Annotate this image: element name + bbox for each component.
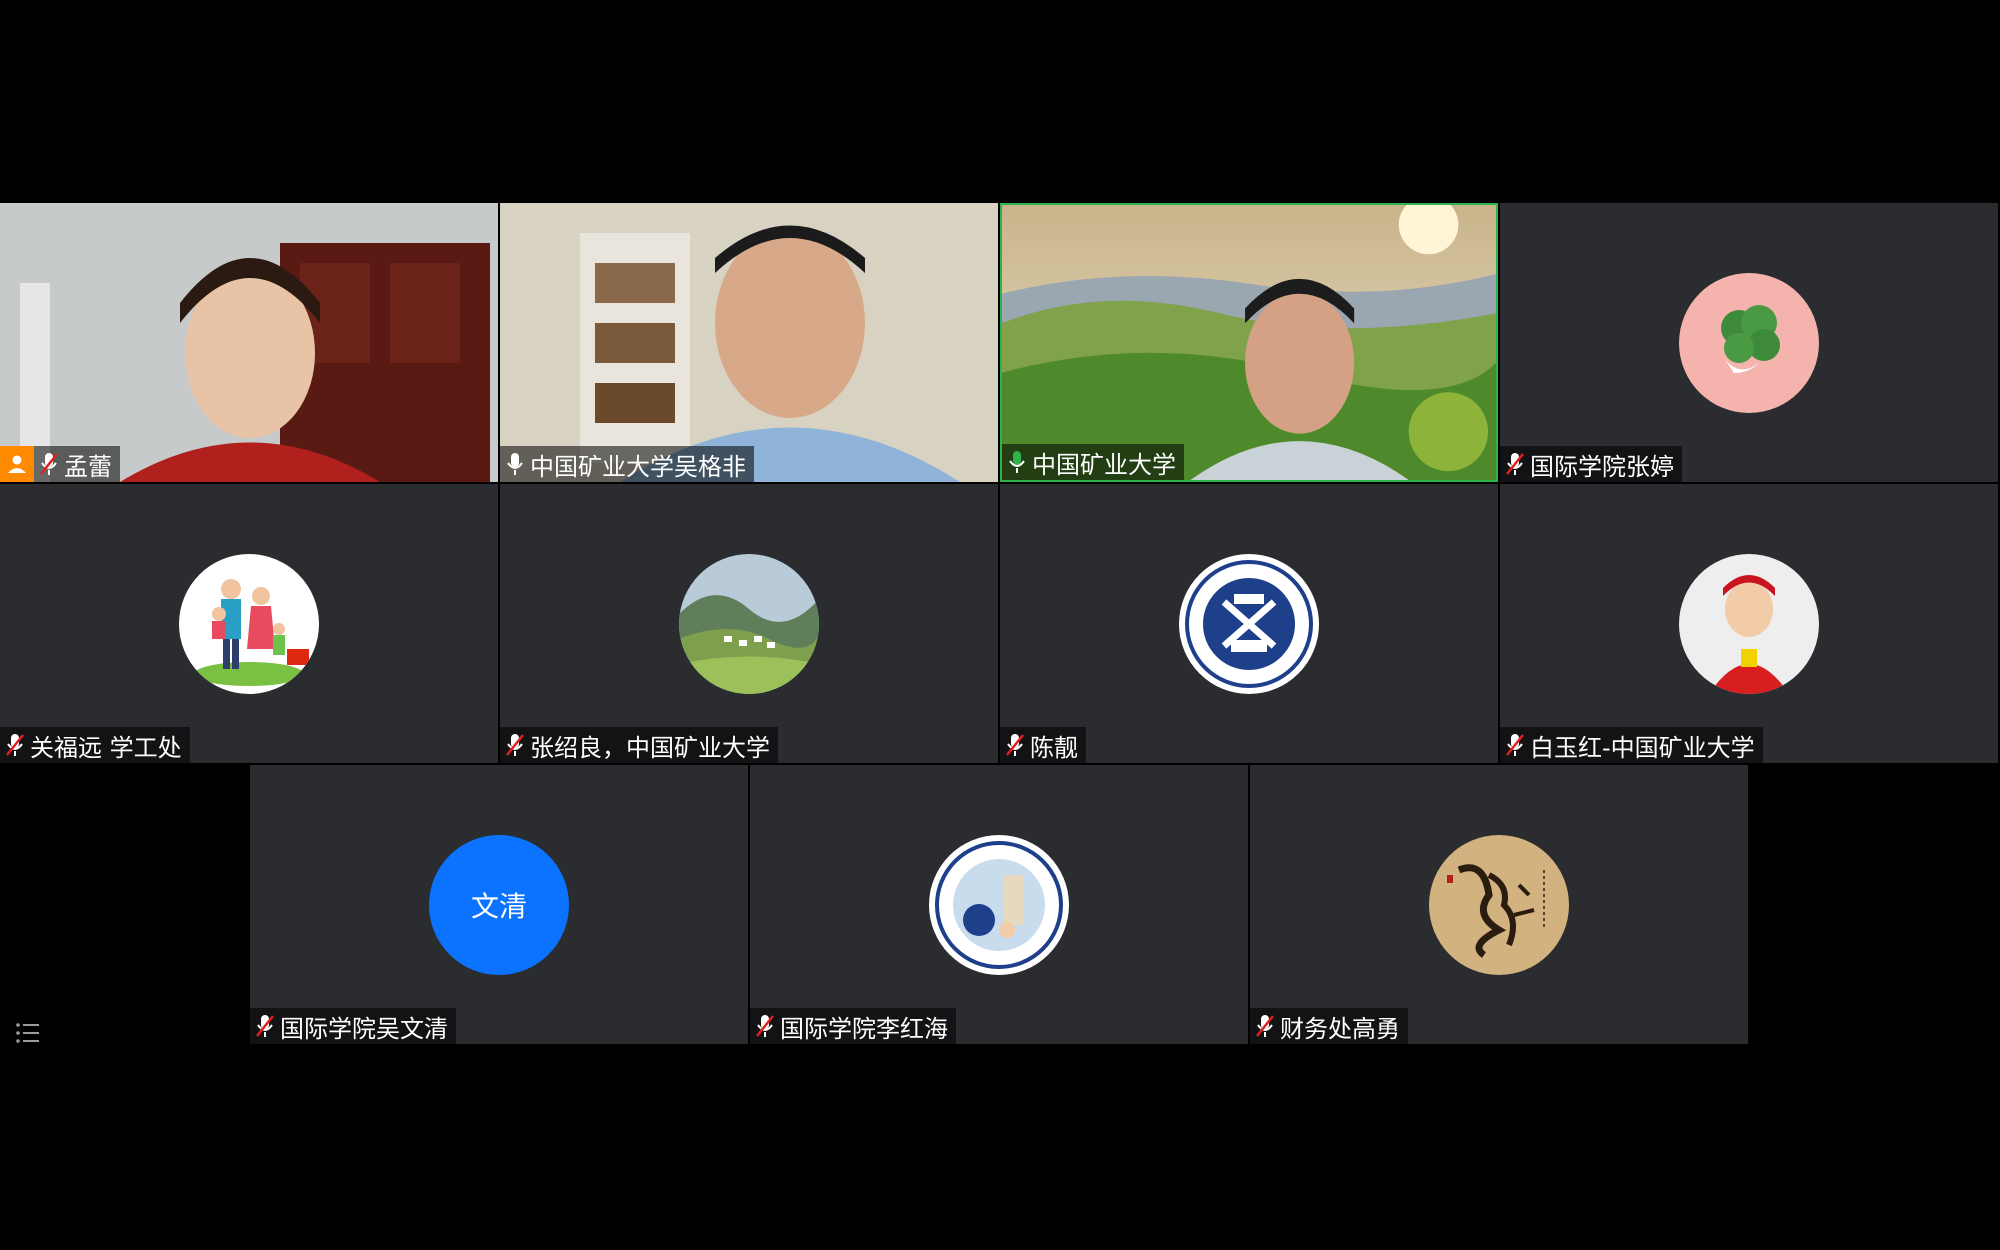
participant-name-label: 白玉红-中国矿业大学 (1500, 727, 1763, 763)
participant-name-label: 中国矿业大学吴格非 (500, 446, 754, 482)
participant-name-label: 关福远 学工处 (0, 727, 190, 763)
avatar-tile-gao-yong[interactable]: 财务处高勇 (1250, 765, 1748, 1044)
initials-avatar: 文清 (429, 834, 569, 975)
avatar-tile-li-honghai[interactable]: 国际学院李红海 (750, 765, 1248, 1044)
video-tile-cumt-active-speaker[interactable]: 中国矿业大学 (1000, 203, 1498, 482)
flower-avatar (1679, 272, 1819, 413)
mic-muted-icon (754, 1013, 776, 1039)
participant-video (1002, 205, 1496, 480)
participant-list-icon[interactable] (14, 1020, 42, 1046)
video-tile-wu-gefei[interactable]: 中国矿业大学吴格非 (500, 203, 998, 482)
avatar-tile-guan-fuyuan[interactable]: 关福远 学工处 (0, 484, 498, 763)
participant-name: 国际学院李红海 (780, 1014, 948, 1043)
avatar-tile-chen-liang[interactable]: 陈靓 (1000, 484, 1498, 763)
university-seal-photo-avatar (929, 834, 1069, 975)
mic-speaking-icon (1006, 449, 1028, 475)
mic-muted-icon (1254, 1013, 1276, 1039)
university-seal-avatar (1179, 553, 1319, 694)
participant-name: 国际学院吴文清 (280, 1014, 448, 1043)
avatar-tile-wu-wenqing[interactable]: 文清 国际学院吴文清 (250, 765, 748, 1044)
participant-name-label: 张绍良，中国矿业大学 (500, 727, 778, 763)
participant-name: 白玉红-中国矿业大学 (1530, 733, 1755, 762)
participant-video (0, 203, 498, 482)
participant-name: 张绍良，中国矿业大学 (530, 733, 770, 762)
participant-video (500, 203, 998, 482)
mic-muted-icon (1504, 732, 1526, 758)
child-photo-avatar (1679, 553, 1819, 694)
participant-name: 中国矿业大学吴格非 (530, 452, 746, 481)
participant-name: 关福远 学工处 (30, 733, 182, 762)
landscape-avatar (679, 553, 819, 694)
video-tile-meng-lei[interactable]: 孟蕾 (0, 203, 498, 482)
participant-name-label: 孟蕾 (0, 446, 120, 482)
participant-name: 中国矿业大学 (1032, 450, 1176, 479)
avatar-tile-zhang-shaoliang[interactable]: 张绍良，中国矿业大学 (500, 484, 998, 763)
mic-muted-icon (38, 451, 60, 477)
participant-name: 陈靓 (1030, 733, 1078, 762)
avatar-tile-bai-yuhong[interactable]: 白玉红-中国矿业大学 (1500, 484, 1998, 763)
host-icon (0, 446, 34, 482)
participant-name-label: 中国矿业大学 (1002, 444, 1184, 480)
calligraphy-avatar (1429, 834, 1569, 975)
mic-muted-icon (1504, 451, 1526, 477)
participant-name-label: 国际学院吴文清 (250, 1008, 456, 1044)
gallery-view: 孟蕾 中国矿业大学吴格非 中国矿业大学 国际学院张婷 关福远 学工处 张绍良，中… (0, 0, 2000, 1250)
participant-name: 财务处高勇 (1280, 1014, 1400, 1043)
mic-muted-icon (254, 1013, 276, 1039)
mic-muted-icon (4, 732, 26, 758)
avatar-tile-zhang-ting[interactable]: 国际学院张婷 (1500, 203, 1998, 482)
participant-name: 国际学院张婷 (1530, 452, 1674, 481)
participant-name: 孟蕾 (64, 452, 112, 481)
mic-muted-icon (1004, 732, 1026, 758)
family-cartoon-avatar (179, 553, 319, 694)
participant-name-label: 财务处高勇 (1250, 1008, 1408, 1044)
mic-icon (504, 451, 526, 477)
participant-name-label: 国际学院李红海 (750, 1008, 956, 1044)
mic-muted-icon (504, 732, 526, 758)
participant-name-label: 国际学院张婷 (1500, 446, 1682, 482)
participant-name-label: 陈靓 (1000, 727, 1086, 763)
